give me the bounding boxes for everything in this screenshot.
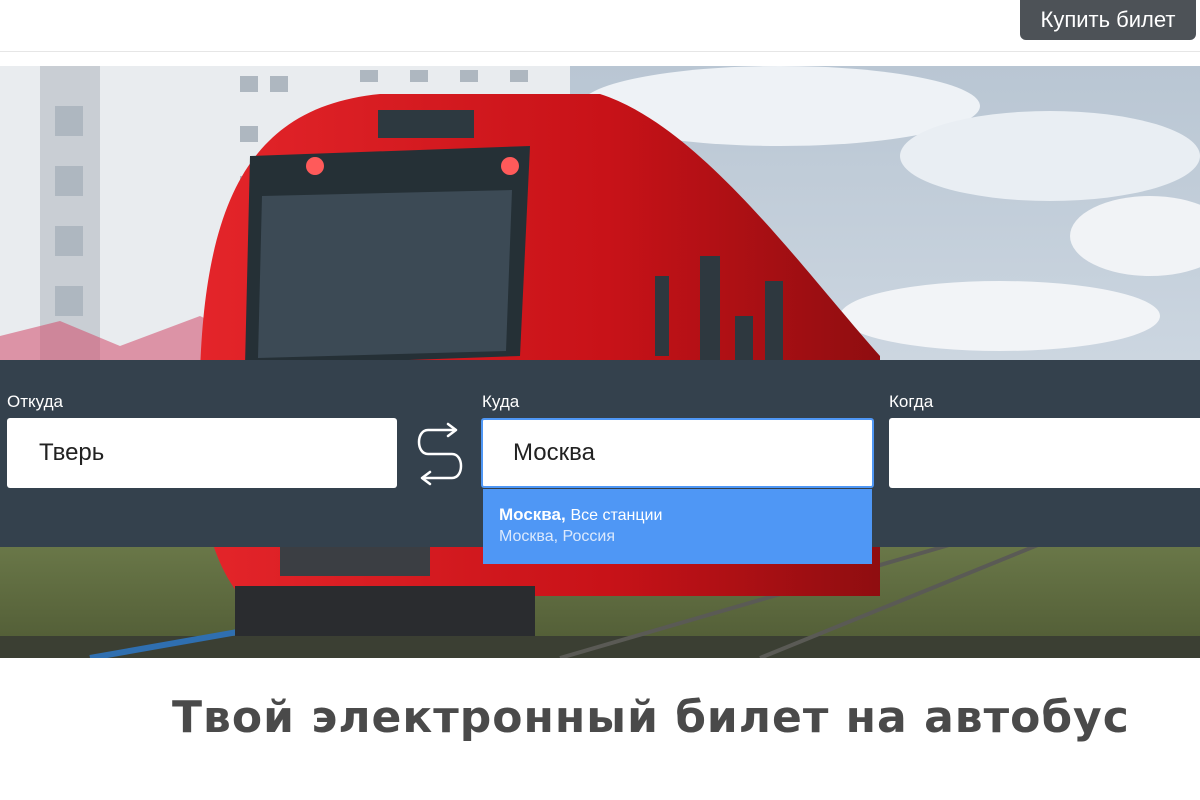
suggestion-scope: Все станции: [570, 507, 663, 524]
suggestion-separator: ,: [560, 505, 566, 524]
page-headline: Твой электронный билет на автобус: [172, 692, 1130, 743]
buy-ticket-button[interactable]: Купить билет: [1020, 0, 1196, 40]
from-input[interactable]: Тверь: [7, 418, 397, 488]
to-label: Куда: [482, 392, 520, 411]
when-label: Когда: [889, 392, 934, 411]
when-input[interactable]: [889, 418, 1200, 488]
to-value: Москва: [513, 439, 595, 466]
to-input[interactable]: Москва: [481, 418, 874, 488]
from-value: Тверь: [39, 439, 105, 466]
top-bar: Купить билет: [0, 0, 1200, 52]
from-label: Откуда: [7, 392, 63, 411]
suggestion-region: Москва, Россия: [499, 528, 615, 545]
suggestion-city: Москва: [499, 505, 561, 524]
swap-arrows-icon[interactable]: [408, 416, 472, 488]
autocomplete-suggestion[interactable]: Москва, Все станции Москва, Россия: [483, 489, 872, 564]
suggestion-title: Москва, Все станции: [499, 505, 856, 526]
